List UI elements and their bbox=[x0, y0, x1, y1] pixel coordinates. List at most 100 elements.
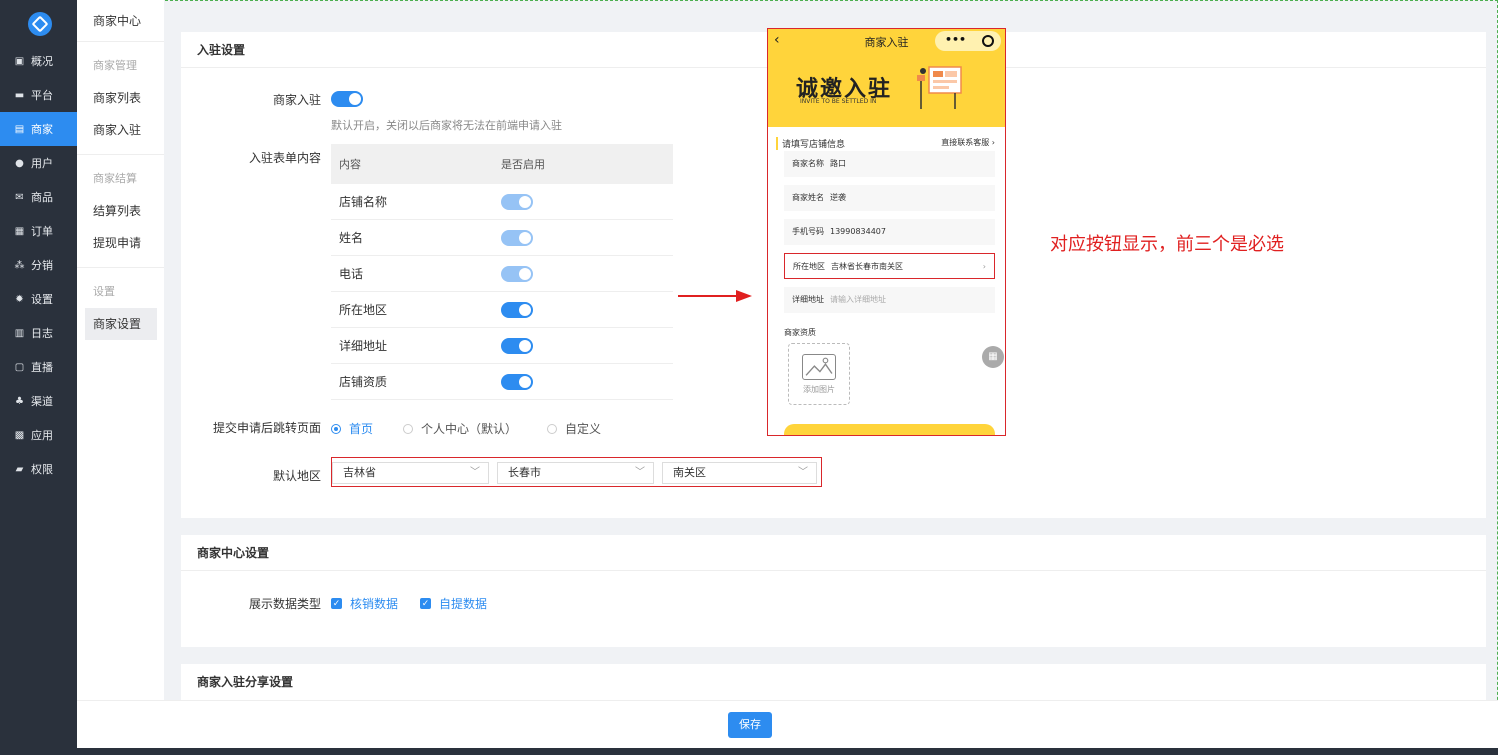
field-enable-toggle bbox=[501, 194, 533, 210]
gear-icon: ✹ bbox=[15, 293, 24, 305]
phone-field[interactable]: 手机号码 13990834407 bbox=[784, 219, 995, 245]
nav-item-label: 渠道 bbox=[31, 395, 53, 408]
sidebar-group-merchant-management: 商家管理 bbox=[93, 59, 137, 72]
nav-item-label: 分销 bbox=[31, 259, 53, 272]
redirect-radio-group: 首页 个人中心（默认） 自定义 bbox=[331, 420, 631, 437]
bottom-strip bbox=[77, 748, 1498, 755]
nav-item-monitor[interactable]: ▬ 平台 bbox=[0, 78, 77, 112]
grid-float-icon[interactable]: ▦ bbox=[982, 346, 1004, 368]
table-row: 店铺名称 bbox=[331, 184, 673, 220]
save-button[interactable]: 保存 bbox=[728, 712, 772, 738]
phone-banner: 诚邀入驻 INVITE TO BE SETTLED IN bbox=[768, 53, 1005, 127]
form-content-label: 入驻表单内容 bbox=[248, 151, 321, 165]
city-select[interactable]: 长春市 ﹀ bbox=[497, 462, 654, 484]
sidebar-item-merchant-list[interactable]: 商家列表 bbox=[77, 82, 164, 114]
redirect-option[interactable]: 自定义 bbox=[547, 420, 601, 437]
field-name: 所在地区 bbox=[339, 303, 388, 317]
close-ring-icon[interactable] bbox=[982, 35, 994, 47]
nav-item-store[interactable]: ▤ 商家 bbox=[0, 112, 77, 146]
share-settings-title: 商家入驻分享设置 bbox=[197, 675, 294, 689]
primary-sidebar: ▣ 概况 ▬ 平台 ▤ 商家 ● 用户 ✉ 商品 ▦ 订单 ⁂ 分销 ✹ 设置 ▥ 日志 ▢ 直播 ♣ 渠道 ▩ 应用 ▰ 权限 bbox=[0, 0, 77, 755]
nav-item-label: 直播 bbox=[31, 361, 53, 374]
phone-field[interactable]: 所在地区 吉林省长春市南关区 › bbox=[784, 253, 995, 279]
apps-icon: ▩ bbox=[14, 429, 25, 441]
check-icon: ✓ bbox=[420, 598, 432, 609]
district-select[interactable]: 南关区 ﹀ bbox=[662, 462, 817, 484]
checkbox-label: 核销数据 bbox=[350, 597, 399, 611]
checkbox-label: 自提数据 bbox=[439, 597, 488, 611]
field-enable-toggle[interactable] bbox=[501, 302, 533, 318]
monitor-icon: ▬ bbox=[14, 89, 25, 101]
sidebar-group-settings: 设置 bbox=[93, 285, 115, 298]
field-enable-toggle[interactable] bbox=[501, 338, 533, 354]
field-enable-toggle bbox=[501, 230, 533, 246]
radio-icon bbox=[403, 423, 414, 434]
nav-item-chat[interactable]: ▣ 概况 bbox=[0, 44, 77, 78]
province-select[interactable]: 吉林省 ﹀ bbox=[332, 462, 489, 484]
center-settings-title: 商家中心设置 bbox=[181, 535, 1486, 571]
redirect-option-label: 自定义 bbox=[565, 422, 602, 436]
qualification-label: 商家资质 bbox=[784, 328, 816, 337]
nav-item-gear[interactable]: ✹ 设置 bbox=[0, 282, 77, 316]
nav-item-share[interactable]: ⁂ 分销 bbox=[0, 248, 77, 282]
redirect-option[interactable]: 个人中心（默认） bbox=[403, 420, 517, 437]
nav-item-label: 设置 bbox=[31, 293, 53, 306]
table-row: 所在地区 bbox=[331, 292, 673, 328]
nav-item-log[interactable]: ▥ 日志 bbox=[0, 316, 77, 350]
merchant-entry-hint: 默认开启，关闭以后商家将无法在前端申请入驻 bbox=[331, 119, 562, 132]
nav-item-live[interactable]: ▢ 直播 bbox=[0, 350, 77, 384]
nav-item-goods[interactable]: ✉ 商品 bbox=[0, 180, 77, 214]
chevron-down-icon: ﹀ bbox=[635, 467, 645, 478]
channel-icon: ♣ bbox=[15, 395, 24, 407]
phone-field-value: 逆袭 bbox=[830, 193, 846, 202]
sidebar-item-settlement-list[interactable]: 结算列表 bbox=[77, 195, 164, 227]
field-name: 姓名 bbox=[339, 231, 364, 245]
add-image-button[interactable]: 添加图片 bbox=[788, 343, 850, 405]
phone-field-value: 路口 bbox=[830, 159, 846, 168]
phone-field-key: 手机号码 bbox=[792, 227, 824, 236]
chevron-right-icon: › bbox=[982, 262, 986, 271]
footer-bar: 保存 bbox=[77, 700, 1498, 748]
sidebar-item-withdraw-request[interactable]: 提现申请 bbox=[77, 227, 164, 259]
phone-submit-button[interactable] bbox=[784, 424, 995, 435]
checkbox-verify-data[interactable]: ✓ 核销数据 bbox=[331, 595, 398, 612]
phone-field[interactable]: 商家名称 路口 bbox=[784, 151, 995, 177]
phone-field[interactable]: 商家姓名 逆袭 bbox=[784, 185, 995, 211]
nav-item-apps[interactable]: ▩ 应用 bbox=[0, 418, 77, 452]
nav-item-label: 日志 bbox=[31, 327, 53, 340]
field-enable-toggle[interactable] bbox=[501, 374, 533, 390]
radio-icon bbox=[547, 423, 558, 434]
display-type-label: 展示数据类型 bbox=[248, 597, 321, 611]
phone-field-value: 13990834407 bbox=[830, 227, 886, 236]
phone-field-key: 商家名称 bbox=[792, 159, 824, 168]
sidebar-group-settlement: 商家结算 bbox=[93, 172, 137, 185]
nav-item-order[interactable]: ▦ 订单 bbox=[0, 214, 77, 248]
field-name: 详细地址 bbox=[339, 339, 388, 353]
annotation-arrow-icon bbox=[678, 290, 752, 302]
nav-item-user[interactable]: ● 用户 bbox=[0, 146, 77, 180]
merchant-entry-toggle[interactable] bbox=[331, 91, 363, 107]
sidebar-item-merchant-entry[interactable]: 商家入驻 bbox=[77, 114, 164, 146]
user-icon: ● bbox=[15, 157, 24, 169]
more-dots-icon[interactable]: ••• bbox=[945, 33, 966, 46]
chat-icon: ▣ bbox=[14, 55, 25, 67]
column-content: 内容 bbox=[339, 158, 361, 171]
nav-item-channel[interactable]: ♣ 渠道 bbox=[0, 384, 77, 418]
mini-program-capsule[interactable]: ••• bbox=[935, 31, 1001, 51]
phone-section-title: 请填写店铺信息 bbox=[776, 137, 845, 150]
nav-item-label: 平台 bbox=[31, 89, 53, 102]
redirect-option-label: 首页 bbox=[349, 422, 374, 436]
phone-field-value: 请输入详细地址 bbox=[830, 295, 886, 304]
phone-field[interactable]: 详细地址 请输入详细地址 bbox=[784, 287, 995, 313]
sidebar-item-merchant-settings[interactable]: 商家设置 bbox=[85, 308, 157, 340]
nav-item-lock[interactable]: ▰ 权限 bbox=[0, 452, 77, 486]
contact-service-link[interactable]: 直接联系客服 › bbox=[941, 137, 995, 148]
column-enabled: 是否启用 bbox=[501, 158, 545, 171]
checkbox-pickup-data[interactable]: ✓ 自提数据 bbox=[420, 595, 487, 612]
redirect-option[interactable]: 首页 bbox=[331, 420, 373, 437]
app-logo-icon[interactable] bbox=[28, 12, 52, 36]
center-settings-panel: 商家中心设置 展示数据类型 ✓ 核销数据 ✓ 自提数据 bbox=[181, 535, 1486, 647]
nav-item-label: 商品 bbox=[31, 191, 53, 204]
phone-nav-bar: ‹ 商家入驻 ••• bbox=[768, 29, 1005, 53]
chevron-down-icon: ﹀ bbox=[470, 467, 480, 478]
